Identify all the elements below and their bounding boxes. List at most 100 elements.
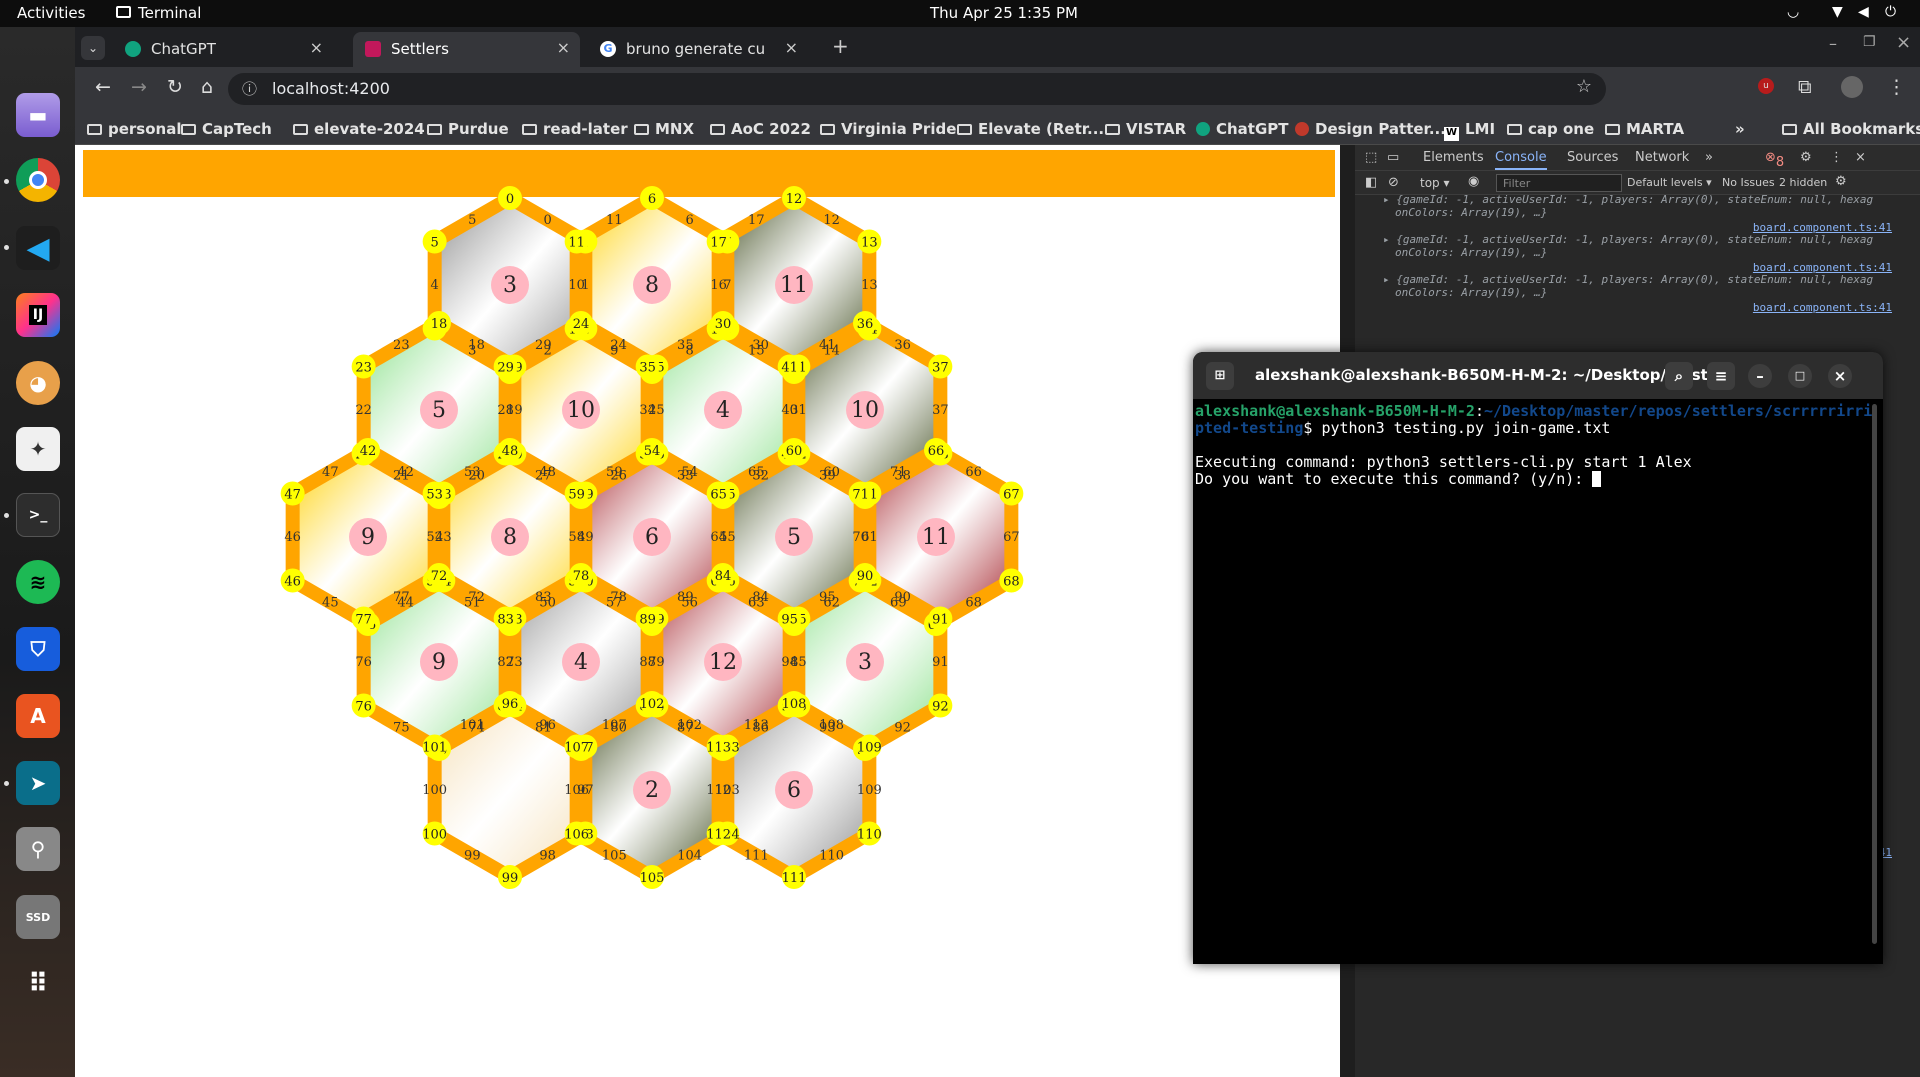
inspect-icon[interactable]: ⬚ xyxy=(1365,150,1377,165)
console-log-entry[interactable]: ▸ {gameId: -1, activeUserId: -1, players… xyxy=(1355,233,1920,274)
ublock-icon[interactable]: u xyxy=(1758,78,1774,94)
console-filter-input[interactable]: Filter xyxy=(1496,174,1622,192)
tab-settlers[interactable]: Settlers × xyxy=(353,32,580,68)
bookmark-star-icon[interactable]: ☆ xyxy=(1576,76,1592,97)
expand-arrow-icon[interactable]: ▸ xyxy=(1383,273,1396,286)
address-bar[interactable]: ⓘ localhost:4200 ☆ xyxy=(228,73,1606,105)
vscode-icon[interactable]: ◀ xyxy=(16,226,60,270)
terminal-scrollbar[interactable] xyxy=(1872,404,1877,944)
tab-search-icon[interactable]: ⌄ xyxy=(81,36,105,60)
menu-icon[interactable]: ⋮ xyxy=(1887,76,1906,98)
edge-label: 24 xyxy=(610,338,627,353)
usb-drive-icon[interactable]: ⚲ xyxy=(16,827,60,871)
minimize-icon[interactable]: – xyxy=(1829,34,1837,53)
minimize-icon[interactable]: – xyxy=(1748,364,1772,388)
bookmark-read-later[interactable]: read-later xyxy=(522,120,628,138)
vertex-label: 60 xyxy=(786,444,803,459)
tab-bruno[interactable]: G bruno generate curl - G × xyxy=(588,32,808,68)
home-icon[interactable]: ⌂ xyxy=(201,76,213,98)
bookmark-personal[interactable]: personal xyxy=(87,120,181,138)
number-token-label: 9 xyxy=(432,650,446,675)
close-icon[interactable]: × xyxy=(1828,364,1852,388)
tab-elements[interactable]: Elements xyxy=(1423,150,1484,165)
new-tab-icon[interactable]: ⊞ xyxy=(1206,362,1234,390)
bitwarden-icon[interactable]: ⛉ xyxy=(16,627,60,671)
bookmark-marta[interactable]: MARTA xyxy=(1605,120,1684,138)
search-icon[interactable]: ⌕ xyxy=(1665,362,1693,390)
close-window-icon[interactable]: × xyxy=(1896,32,1911,53)
app-indicator-icon[interactable]: ◡ xyxy=(1787,4,1799,20)
eye-icon[interactable]: ◉ xyxy=(1468,174,1479,189)
bookmark-elevate-retro[interactable]: Elevate (Retr... xyxy=(957,120,1104,138)
close-icon[interactable]: × xyxy=(310,38,323,57)
bookmark-elevate-2024[interactable]: elevate-2024 xyxy=(293,120,425,138)
new-tab-button[interactable]: + xyxy=(832,34,849,58)
chrome-icon[interactable] xyxy=(16,158,60,202)
spotify-icon[interactable]: ≋ xyxy=(16,560,60,604)
avatar[interactable] xyxy=(1841,76,1863,98)
bookmark-design-patterns[interactable]: Design Patter... xyxy=(1295,120,1446,138)
dog-app-icon[interactable]: ◕ xyxy=(16,361,60,405)
active-app-label[interactable]: Terminal xyxy=(138,4,201,22)
hamburger-menu-icon[interactable]: ≡ xyxy=(1707,362,1735,390)
intellij-icon[interactable]: IJ xyxy=(16,293,60,337)
files-icon[interactable]: ▬ xyxy=(16,93,60,137)
vertex-label: 48 xyxy=(502,444,519,459)
close-icon[interactable]: × xyxy=(557,38,570,57)
expand-arrow-icon[interactable]: ▸ xyxy=(1383,193,1396,206)
bookmark-cap-one[interactable]: cap one xyxy=(1507,120,1594,138)
tab-chatgpt[interactable]: ChatGPT × xyxy=(113,32,333,68)
extensions-icon[interactable]: ⧉ xyxy=(1798,76,1812,98)
console-log-entry[interactable]: ▸ {gameId: -1, activeUserId: -1, players… xyxy=(1355,193,1920,234)
restore-icon[interactable]: ❐ xyxy=(1863,34,1876,50)
devtools-close-icon[interactable]: × xyxy=(1855,150,1866,165)
device-toolbar-icon[interactable]: ▭ xyxy=(1387,150,1399,165)
terminal-icon[interactable]: >_ xyxy=(16,493,60,537)
forward-icon[interactable]: → xyxy=(131,76,147,98)
log-source-link[interactable]: board.component.ts:41 xyxy=(1753,301,1892,314)
bookmark-captech[interactable]: CapTech xyxy=(181,120,272,138)
bookmark-virginia-pride[interactable]: Virginia Pride xyxy=(820,120,956,138)
context-select[interactable]: top ▾ xyxy=(1420,176,1450,190)
wifi-icon[interactable]: ▼ xyxy=(1832,4,1843,20)
more-tabs-icon[interactable]: » xyxy=(1705,150,1713,165)
show-apps-icon[interactable]: ⠿ xyxy=(16,962,60,1006)
activities-button[interactable]: Activities xyxy=(17,4,85,22)
expand-arrow-icon[interactable]: ▸ xyxy=(1383,233,1396,246)
tab-network[interactable]: Network xyxy=(1635,150,1689,165)
remote-app-icon[interactable]: ➤ xyxy=(16,761,60,805)
site-info-icon[interactable]: ⓘ xyxy=(242,78,257,99)
close-icon[interactable]: × xyxy=(785,38,798,57)
bookmark-lmi[interactable]: W LMI xyxy=(1444,120,1495,141)
sidebar-icon[interactable]: ◧ xyxy=(1365,175,1377,190)
error-badge[interactable]: ⊗ 8 xyxy=(1765,150,1784,170)
terminal-output[interactable]: alexshank@alexshank-B650M-H-M-2:~/Deskto… xyxy=(1193,399,1883,964)
terminal-window: ⊞ alexshank@alexshank-B650M-H-M-2: ~/Des… xyxy=(1193,352,1883,964)
settings-gear-icon[interactable]: ⚙ xyxy=(1800,150,1812,165)
clock[interactable]: Thu Apr 25 1:35 PM xyxy=(930,4,1078,22)
postman-icon[interactable]: ✦ xyxy=(16,427,60,471)
bookmark-chatgpt[interactable]: ChatGPT xyxy=(1196,120,1289,138)
software-center-icon[interactable]: A xyxy=(16,694,60,738)
clear-console-icon[interactable]: ⊘ xyxy=(1388,175,1399,190)
tab-console[interactable]: Console xyxy=(1495,150,1547,170)
log-levels-select[interactable]: Default levels ▾ xyxy=(1627,176,1712,189)
tab-sources[interactable]: Sources xyxy=(1567,150,1618,165)
volume-icon[interactable]: ◀ xyxy=(1858,4,1869,20)
bookmark-mnx[interactable]: MNX xyxy=(634,120,694,138)
log-text: {gameId: -1, activeUserId: -1, players: … xyxy=(1396,233,1874,246)
reload-icon[interactable]: ↻ xyxy=(167,76,183,98)
ssd-drive-icon[interactable]: SSD xyxy=(16,895,60,939)
more-bookmarks-icon[interactable]: » xyxy=(1735,120,1745,138)
devtools-menu-icon[interactable]: ⋮ xyxy=(1830,150,1843,165)
maximize-icon[interactable]: □ xyxy=(1788,364,1812,388)
bookmark-purdue[interactable]: Purdue xyxy=(427,120,509,138)
console-settings-icon[interactable]: ⚙ xyxy=(1835,174,1847,189)
bookmark-aoc-2022[interactable]: AoC 2022 xyxy=(710,120,811,138)
issues-label[interactable]: No Issues xyxy=(1722,176,1775,189)
console-log-entry[interactable]: ▸ {gameId: -1, activeUserId: -1, players… xyxy=(1355,273,1920,314)
all-bookmarks[interactable]: All Bookmarks xyxy=(1782,120,1920,138)
bookmark-vistar[interactable]: VISTAR xyxy=(1105,120,1186,138)
power-icon[interactable]: ⏻ xyxy=(1885,4,1896,20)
back-icon[interactable]: ← xyxy=(95,76,111,98)
